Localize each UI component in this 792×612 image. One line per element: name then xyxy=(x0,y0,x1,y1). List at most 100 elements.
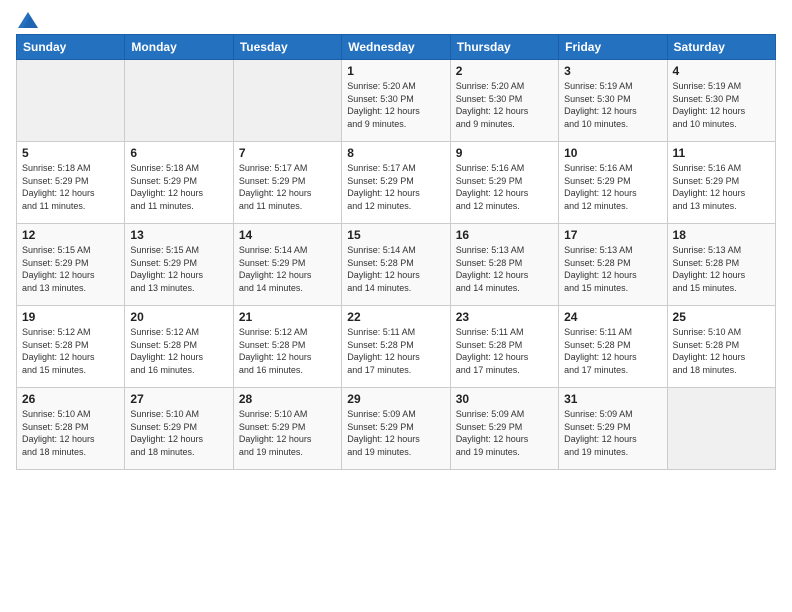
day-info: Sunrise: 5:17 AM Sunset: 5:29 PM Dayligh… xyxy=(347,162,444,212)
logo xyxy=(16,16,38,24)
day-info: Sunrise: 5:14 AM Sunset: 5:29 PM Dayligh… xyxy=(239,244,336,294)
calendar-cell: 4 Sunrise: 5:19 AM Sunset: 5:30 PM Daylig… xyxy=(667,60,775,142)
day-number: 9 xyxy=(456,146,553,160)
calendar-cell: 9 Sunrise: 5:16 AM Sunset: 5:29 PM Daylig… xyxy=(450,142,558,224)
day-number: 28 xyxy=(239,392,336,406)
day-number: 2 xyxy=(456,64,553,78)
day-number: 25 xyxy=(673,310,770,324)
calendar-cell: 5Sunrise: 5:18 AM Sunset: 5:29 PM Daylig… xyxy=(17,142,125,224)
day-number: 21 xyxy=(239,310,336,324)
calendar-cell xyxy=(667,388,775,470)
day-info: Sunrise: 5:13 AM Sunset: 5:28 PM Dayligh… xyxy=(456,244,553,294)
weekday-header-monday: Monday xyxy=(125,35,233,60)
day-info: Sunrise: 5:19 AM Sunset: 5:30 PM Dayligh… xyxy=(564,80,661,130)
day-number: 19 xyxy=(22,310,119,324)
weekday-header-wednesday: Wednesday xyxy=(342,35,450,60)
week-row-3: 19 Sunrise: 5:12 AM Sunset: 5:28 PM Dayli… xyxy=(17,306,776,388)
week-row-0: 1 Sunrise: 5:20 AM Sunset: 5:30 PM Daylig… xyxy=(17,60,776,142)
day-info: Sunrise: 5:09 AM Sunset: 5:29 PM Dayligh… xyxy=(456,408,553,458)
day-number: 17 xyxy=(564,228,661,242)
day-number: 11 xyxy=(673,146,770,160)
day-info: Sunrise: 5:18 AM Sunset: 5:29 PM Dayligh… xyxy=(130,162,227,212)
calendar-cell xyxy=(233,60,341,142)
day-info: Sunrise: 5:20 AM Sunset: 5:30 PM Dayligh… xyxy=(456,80,553,130)
day-number: 20 xyxy=(130,310,227,324)
day-info: Sunrise: 5:10 AM Sunset: 5:29 PM Dayligh… xyxy=(239,408,336,458)
day-number: 22 xyxy=(347,310,444,324)
day-number: 7 xyxy=(239,146,336,160)
day-info: Sunrise: 5:10 AM Sunset: 5:28 PM Dayligh… xyxy=(673,326,770,376)
calendar-cell: 16 Sunrise: 5:13 AM Sunset: 5:28 PM Dayli… xyxy=(450,224,558,306)
calendar-cell: 20 Sunrise: 5:12 AM Sunset: 5:28 PM Dayli… xyxy=(125,306,233,388)
day-info: Sunrise: 5:13 AM Sunset: 5:28 PM Dayligh… xyxy=(564,244,661,294)
day-number: 14 xyxy=(239,228,336,242)
day-info: Sunrise: 5:16 AM Sunset: 5:29 PM Dayligh… xyxy=(564,162,661,212)
day-number: 15 xyxy=(347,228,444,242)
day-info: Sunrise: 5:14 AM Sunset: 5:28 PM Dayligh… xyxy=(347,244,444,294)
calendar-cell: 13 Sunrise: 5:15 AM Sunset: 5:29 PM Dayli… xyxy=(125,224,233,306)
calendar-cell: 22 Sunrise: 5:11 AM Sunset: 5:28 PM Dayli… xyxy=(342,306,450,388)
calendar-cell: 10 Sunrise: 5:16 AM Sunset: 5:29 PM Dayli… xyxy=(559,142,667,224)
day-info: Sunrise: 5:12 AM Sunset: 5:28 PM Dayligh… xyxy=(130,326,227,376)
calendar-cell: 1 Sunrise: 5:20 AM Sunset: 5:30 PM Daylig… xyxy=(342,60,450,142)
day-info: Sunrise: 5:09 AM Sunset: 5:29 PM Dayligh… xyxy=(564,408,661,458)
calendar-cell: 28 Sunrise: 5:10 AM Sunset: 5:29 PM Dayli… xyxy=(233,388,341,470)
day-info: Sunrise: 5:11 AM Sunset: 5:28 PM Dayligh… xyxy=(347,326,444,376)
weekday-header-thursday: Thursday xyxy=(450,35,558,60)
calendar-cell: 3Sunrise: 5:19 AM Sunset: 5:30 PM Daylig… xyxy=(559,60,667,142)
calendar-cell: 8 Sunrise: 5:17 AM Sunset: 5:29 PM Daylig… xyxy=(342,142,450,224)
day-number: 18 xyxy=(673,228,770,242)
weekday-header-saturday: Saturday xyxy=(667,35,775,60)
calendar-cell xyxy=(125,60,233,142)
calendar-cell: 14 Sunrise: 5:14 AM Sunset: 5:29 PM Dayli… xyxy=(233,224,341,306)
day-number: 12 xyxy=(22,228,119,242)
day-info: Sunrise: 5:15 AM Sunset: 5:29 PM Dayligh… xyxy=(130,244,227,294)
day-info: Sunrise: 5:09 AM Sunset: 5:29 PM Dayligh… xyxy=(347,408,444,458)
calendar-cell: 24Sunrise: 5:11 AM Sunset: 5:28 PM Dayli… xyxy=(559,306,667,388)
day-number: 23 xyxy=(456,310,553,324)
day-number: 27 xyxy=(130,392,227,406)
day-info: Sunrise: 5:12 AM Sunset: 5:28 PM Dayligh… xyxy=(239,326,336,376)
day-info: Sunrise: 5:11 AM Sunset: 5:28 PM Dayligh… xyxy=(456,326,553,376)
calendar-cell: 21 Sunrise: 5:12 AM Sunset: 5:28 PM Dayli… xyxy=(233,306,341,388)
day-number: 10 xyxy=(564,146,661,160)
day-number: 31 xyxy=(564,392,661,406)
day-number: 8 xyxy=(347,146,444,160)
day-info: Sunrise: 5:17 AM Sunset: 5:29 PM Dayligh… xyxy=(239,162,336,212)
calendar-cell: 11 Sunrise: 5:16 AM Sunset: 5:29 PM Dayli… xyxy=(667,142,775,224)
calendar-cell: 6 Sunrise: 5:18 AM Sunset: 5:29 PM Daylig… xyxy=(125,142,233,224)
day-number: 24 xyxy=(564,310,661,324)
logo-icon xyxy=(18,12,38,28)
calendar-cell: 26 Sunrise: 5:10 AM Sunset: 5:28 PM Dayli… xyxy=(17,388,125,470)
day-number: 13 xyxy=(130,228,227,242)
day-number: 30 xyxy=(456,392,553,406)
calendar-cell: 2 Sunrise: 5:20 AM Sunset: 5:30 PM Daylig… xyxy=(450,60,558,142)
calendar-cell: 15 Sunrise: 5:14 AM Sunset: 5:28 PM Dayli… xyxy=(342,224,450,306)
day-number: 4 xyxy=(673,64,770,78)
day-info: Sunrise: 5:20 AM Sunset: 5:30 PM Dayligh… xyxy=(347,80,444,130)
calendar-table: SundayMondayTuesdayWednesdayThursdayFrid… xyxy=(16,34,776,470)
day-info: Sunrise: 5:16 AM Sunset: 5:29 PM Dayligh… xyxy=(456,162,553,212)
day-number: 1 xyxy=(347,64,444,78)
weekday-header-sunday: Sunday xyxy=(17,35,125,60)
calendar-cell: 29Sunrise: 5:09 AM Sunset: 5:29 PM Dayli… xyxy=(342,388,450,470)
day-number: 26 xyxy=(22,392,119,406)
day-info: Sunrise: 5:19 AM Sunset: 5:30 PM Dayligh… xyxy=(673,80,770,130)
calendar-cell: 7 Sunrise: 5:17 AM Sunset: 5:29 PM Daylig… xyxy=(233,142,341,224)
calendar-cell: 19 Sunrise: 5:12 AM Sunset: 5:28 PM Dayli… xyxy=(17,306,125,388)
day-info: Sunrise: 5:18 AM Sunset: 5:29 PM Dayligh… xyxy=(22,162,119,212)
week-row-1: 5Sunrise: 5:18 AM Sunset: 5:29 PM Daylig… xyxy=(17,142,776,224)
header xyxy=(16,16,776,24)
day-info: Sunrise: 5:12 AM Sunset: 5:28 PM Dayligh… xyxy=(22,326,119,376)
day-info: Sunrise: 5:16 AM Sunset: 5:29 PM Dayligh… xyxy=(673,162,770,212)
calendar-cell: 18Sunrise: 5:13 AM Sunset: 5:28 PM Dayli… xyxy=(667,224,775,306)
day-info: Sunrise: 5:10 AM Sunset: 5:28 PM Dayligh… xyxy=(22,408,119,458)
day-info: Sunrise: 5:15 AM Sunset: 5:29 PM Dayligh… xyxy=(22,244,119,294)
calendar-cell: 27Sunrise: 5:10 AM Sunset: 5:29 PM Dayli… xyxy=(125,388,233,470)
calendar-cell: 23 Sunrise: 5:11 AM Sunset: 5:28 PM Dayli… xyxy=(450,306,558,388)
day-number: 6 xyxy=(130,146,227,160)
weekday-header-tuesday: Tuesday xyxy=(233,35,341,60)
page-container: SundayMondayTuesdayWednesdayThursdayFrid… xyxy=(0,0,792,478)
calendar-cell: 25 Sunrise: 5:10 AM Sunset: 5:28 PM Dayli… xyxy=(667,306,775,388)
day-number: 16 xyxy=(456,228,553,242)
